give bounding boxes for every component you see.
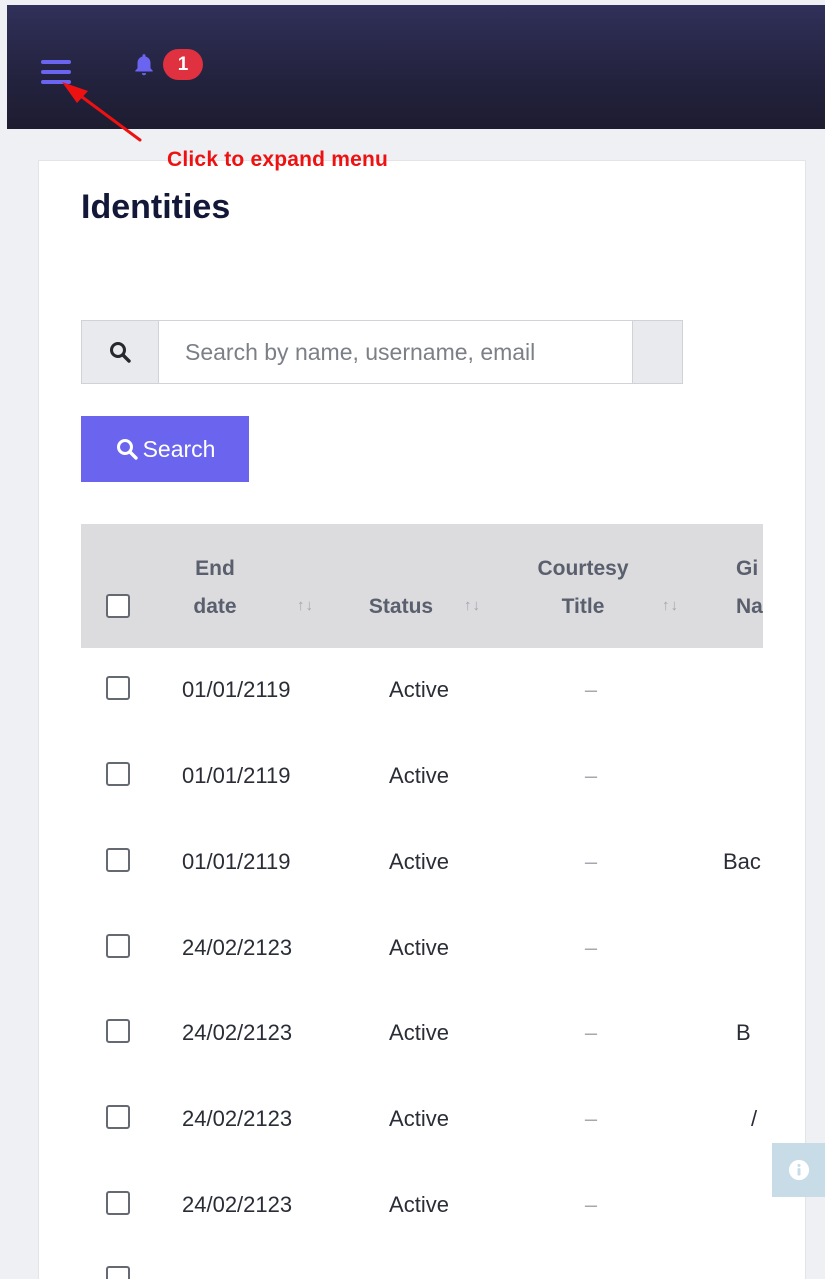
table-header: End date ↑↓ Status ↑↓ Courtesy Title ↑↓ … xyxy=(81,524,763,648)
column-header-line: End xyxy=(195,557,235,580)
app-page: 1 Identities Search End date ↑↓ xyxy=(0,0,825,1279)
cell-courtesy-title: – xyxy=(584,677,598,702)
hamburger-menu-icon[interactable] xyxy=(41,60,71,86)
cell-given-name: B xyxy=(736,1020,751,1045)
search-button[interactable]: Search xyxy=(81,416,249,482)
sort-icon[interactable]: ↑↓ xyxy=(297,597,314,614)
cell-courtesy-title: – xyxy=(584,763,598,788)
search-input-group xyxy=(81,320,683,384)
sort-icon[interactable]: ↑↓ xyxy=(464,597,481,614)
cell-courtesy-title: – xyxy=(584,935,598,960)
cell-courtesy-title: – xyxy=(584,1020,598,1045)
cell-courtesy-title: – xyxy=(584,1192,598,1217)
cell-courtesy-title: – xyxy=(584,849,598,874)
page-title: Identities xyxy=(81,188,231,226)
cell-status: Active xyxy=(389,935,449,960)
notification-count-badge[interactable]: 1 xyxy=(163,49,203,80)
column-header-line: Na xyxy=(736,595,763,618)
column-header-end-date[interactable]: End date xyxy=(187,550,243,626)
cell-status: Active xyxy=(389,763,449,788)
cell-status: Active xyxy=(389,1106,449,1131)
row-checkbox[interactable] xyxy=(106,1019,130,1043)
search-icon xyxy=(82,321,159,383)
menu-bar-line xyxy=(41,80,71,84)
search-addon-right xyxy=(632,321,682,383)
column-header-line: Status xyxy=(368,595,434,618)
sort-icon[interactable]: ↑↓ xyxy=(662,597,679,614)
row-checkbox[interactable] xyxy=(106,676,130,700)
search-input[interactable] xyxy=(159,321,632,383)
cell-status: Active xyxy=(389,1192,449,1217)
menu-bar-line xyxy=(41,70,71,74)
row-checkbox[interactable] xyxy=(106,934,130,958)
column-header-line: Courtesy xyxy=(537,557,629,580)
row-checkbox[interactable] xyxy=(106,1105,130,1129)
cell-end-date: 24/02/2123 xyxy=(182,1020,293,1045)
cell-end-date: 24/02/2123 xyxy=(182,1106,293,1131)
search-button-label: Search xyxy=(142,435,216,462)
annotation-label: Click to expand menu xyxy=(167,148,389,171)
column-header-line: Gi xyxy=(736,557,759,580)
cell-status: Active xyxy=(389,677,449,702)
column-header-courtesy-title[interactable]: Courtesy Title xyxy=(521,550,645,626)
cell-end-date: 24/02/2123 xyxy=(182,1192,293,1217)
cell-given-name: / xyxy=(751,1106,758,1131)
row-checkbox[interactable] xyxy=(106,1266,130,1279)
cell-status: Active xyxy=(389,1020,449,1045)
row-checkbox[interactable] xyxy=(106,848,130,872)
cell-given-name: Bac xyxy=(723,849,761,874)
select-all-checkbox[interactable] xyxy=(106,594,130,618)
cell-status: Active xyxy=(389,849,449,874)
menu-bar-line xyxy=(41,60,71,64)
row-checkbox[interactable] xyxy=(106,762,130,786)
row-checkbox[interactable] xyxy=(106,1191,130,1215)
column-header-line: date xyxy=(193,595,237,618)
column-header-status[interactable]: Status xyxy=(360,588,442,626)
cell-end-date: 01/01/2119 xyxy=(182,763,291,788)
cell-end-date: 01/01/2119 xyxy=(182,677,291,702)
cell-end-date: 01/01/2119 xyxy=(182,849,291,874)
search-icon xyxy=(116,439,138,460)
identities-table: End date ↑↓ Status ↑↓ Courtesy Title ↑↓ … xyxy=(81,524,763,1279)
bell-icon[interactable] xyxy=(131,52,157,78)
column-header-given-name[interactable]: Gi Na xyxy=(736,550,763,626)
cell-courtesy-title: – xyxy=(584,1106,598,1131)
column-header-line: Title xyxy=(561,595,605,618)
cell-end-date: 24/02/2123 xyxy=(182,935,293,960)
info-icon[interactable] xyxy=(772,1143,825,1197)
top-navbar: 1 xyxy=(7,5,825,129)
